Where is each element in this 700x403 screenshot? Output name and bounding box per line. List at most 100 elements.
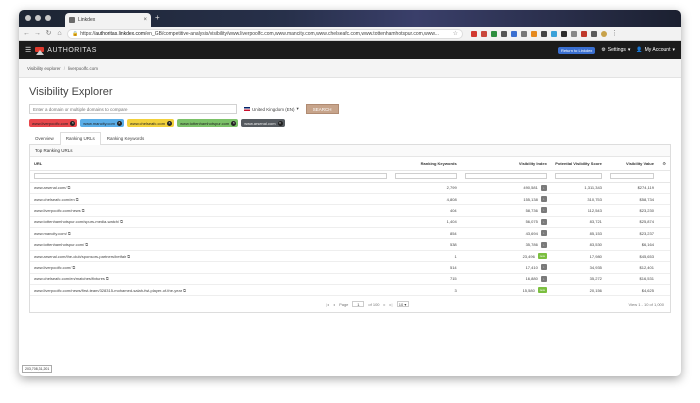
page-title: Visibility Explorer bbox=[29, 86, 113, 98]
domain-chip[interactable]: www.mancity.com × bbox=[80, 119, 124, 127]
bookmark-star-icon[interactable]: ☆ bbox=[453, 30, 458, 37]
breadcrumb-item[interactable]: Visibility explorer bbox=[27, 66, 61, 71]
ranking-keywords-cell: 715 bbox=[390, 273, 461, 286]
extension-icon[interactable] bbox=[501, 30, 507, 37]
url-cell[interactable]: www.arsenal.com/the-club/sponsors-partne… bbox=[30, 250, 391, 263]
extension-icon[interactable] bbox=[591, 30, 597, 37]
column-header-ranking-keywords[interactable]: Ranking Keywords bbox=[390, 157, 461, 171]
table-row: www.mancity.com/⧉ 854 43,694 ↓ 85,153 $23,237 bbox=[30, 227, 670, 240]
uk-flag-icon bbox=[244, 107, 250, 111]
external-link-icon[interactable]: ⧉ bbox=[85, 242, 88, 247]
close-icon[interactable]: × bbox=[143, 17, 147, 23]
visibility-index-cell: 23,496 new bbox=[460, 250, 551, 263]
browser-tab[interactable]: Linkdex × bbox=[65, 13, 151, 27]
external-link-icon[interactable]: ⧉ bbox=[72, 265, 75, 270]
column-settings-gear-icon[interactable]: ⚙ bbox=[657, 157, 670, 171]
domain-chip[interactable]: www.chelseafc.com × bbox=[126, 119, 175, 127]
column-header-visibility-value[interactable]: Visibility Value bbox=[605, 157, 658, 171]
trend-badge: ↓ bbox=[540, 184, 547, 191]
window-controls[interactable] bbox=[25, 15, 51, 21]
account-menu[interactable]: 👤 My Account ▾ bbox=[636, 47, 675, 53]
visibility-value-cell: $58,734 bbox=[605, 193, 658, 206]
forward-icon[interactable]: → bbox=[34, 30, 41, 37]
external-link-icon[interactable]: ⧉ bbox=[106, 276, 109, 281]
keywords-filter-input[interactable] bbox=[394, 173, 457, 179]
external-link-icon[interactable]: ⧉ bbox=[82, 208, 85, 213]
extension-icon[interactable] bbox=[581, 30, 587, 37]
new-tab-icon[interactable]: + bbox=[155, 14, 160, 22]
remove-chip-icon[interactable]: × bbox=[70, 120, 76, 126]
domain-chip[interactable]: www.liverpoolfc.com × bbox=[29, 119, 78, 127]
hamburger-menu-icon[interactable]: ☰ bbox=[25, 46, 31, 54]
url-cell[interactable]: www.chelseafc.com/en⧉ bbox=[30, 193, 391, 206]
browser-menu-icon[interactable]: ⋮ bbox=[611, 30, 618, 37]
url-cell[interactable]: www.liverpoolfc.com/news⧉ bbox=[30, 204, 391, 217]
address-bar[interactable]: 🔒 https://authoritas.linkdex.com/en_GB/c… bbox=[67, 28, 463, 39]
extension-icon[interactable] bbox=[481, 30, 487, 37]
url-cell[interactable]: www.mancity.com/⧉ bbox=[30, 227, 391, 240]
avatar[interactable] bbox=[601, 30, 607, 37]
tab-ranking-keywords[interactable]: Ranking Keywords bbox=[101, 132, 151, 144]
prev-page-icon[interactable]: ◂ bbox=[333, 302, 335, 307]
value-filter-input[interactable] bbox=[609, 173, 654, 179]
app-header: ☰ AUTHORITAS Return to Linkdex ⚙ Settings… bbox=[19, 41, 681, 59]
chip-label: www.liverpoolfc.com bbox=[32, 120, 69, 126]
domain-chip[interactable]: www.arsenal.com × bbox=[241, 119, 285, 127]
last-page-icon[interactable]: ▸| bbox=[390, 302, 393, 307]
return-link[interactable]: Return to Linkdex bbox=[557, 46, 596, 54]
external-link-icon[interactable]: ⧉ bbox=[67, 185, 70, 190]
settings-menu[interactable]: ⚙ Settings ▾ bbox=[601, 47, 630, 53]
url-cell[interactable]: www.tottenhamhotspur.com/spurs-media-wat… bbox=[30, 216, 391, 229]
remove-chip-icon[interactable]: × bbox=[277, 120, 283, 126]
search-button[interactable]: SEARCH bbox=[305, 104, 339, 114]
back-icon[interactable]: ← bbox=[23, 30, 30, 37]
extension-icon[interactable] bbox=[571, 30, 577, 37]
remove-chip-icon[interactable]: × bbox=[231, 120, 237, 126]
visibility-index-cell: 43,694 ↓ bbox=[460, 227, 551, 240]
table-row: www.chelseafc.com/en⧉ 4,808 155,138 ↓ 310,75… bbox=[30, 193, 670, 206]
domain-input[interactable] bbox=[29, 104, 237, 114]
extension-icon[interactable] bbox=[521, 30, 527, 37]
next-page-icon[interactable]: ▸ bbox=[384, 302, 386, 307]
pager-controls: |◂ ◂ Page 1 of 100 ▸ ▸| 10 ▾ bbox=[326, 301, 409, 308]
tab-overview[interactable]: Overview bbox=[29, 132, 60, 144]
extension-icon[interactable] bbox=[551, 30, 557, 37]
domain-chip[interactable]: www.tottenhamhotspur.com × bbox=[177, 119, 239, 127]
external-link-icon[interactable]: ⧉ bbox=[127, 254, 130, 259]
external-link-icon[interactable]: ⧉ bbox=[68, 231, 71, 236]
remove-chip-icon[interactable]: × bbox=[116, 120, 122, 126]
country-select[interactable]: United Kingdom (EN) ▾ bbox=[240, 104, 303, 114]
url-cell[interactable]: www.liverpoolfc.com/news/first-team/3283… bbox=[30, 284, 391, 297]
lock-icon: 🔒 bbox=[72, 30, 79, 37]
visibility-filter-input[interactable] bbox=[464, 173, 547, 179]
url-cell[interactable]: www.arsenal.com/⧉ bbox=[30, 182, 391, 194]
potential-filter-input[interactable] bbox=[554, 173, 602, 179]
page-size-select[interactable]: 10 ▾ bbox=[396, 301, 409, 308]
remove-chip-icon[interactable]: × bbox=[167, 120, 173, 126]
extension-icon[interactable] bbox=[531, 30, 537, 37]
extension-icon[interactable] bbox=[471, 30, 477, 37]
potential-visibility-cell: 83,721 bbox=[550, 216, 606, 229]
home-icon[interactable]: ⌂ bbox=[56, 30, 63, 37]
extension-icon[interactable] bbox=[541, 30, 547, 37]
potential-visibility-cell: 85,153 bbox=[550, 227, 606, 240]
reload-icon[interactable]: ↻ bbox=[45, 30, 52, 37]
external-link-icon[interactable]: ⧉ bbox=[183, 288, 186, 293]
extension-icon[interactable] bbox=[491, 30, 497, 37]
tab-ranking-urls[interactable]: Ranking URLs bbox=[59, 132, 101, 145]
external-link-icon[interactable]: ⧉ bbox=[120, 219, 123, 224]
url-filter-input[interactable] bbox=[34, 173, 387, 179]
column-header-potential-visibility[interactable]: Potential Visibility Score bbox=[550, 157, 606, 171]
url-cell[interactable]: www.liverpoolfc.com/⧉ bbox=[30, 261, 391, 274]
column-header-url[interactable]: URL bbox=[30, 157, 391, 171]
table-row: www.arsenal.com/the-club/sponsors-partne… bbox=[30, 250, 670, 263]
url-cell[interactable]: www.chelseafc.com/en/matches/fixtures⧉ bbox=[30, 273, 391, 286]
external-link-icon[interactable]: ⧉ bbox=[76, 197, 79, 202]
logo[interactable]: AUTHORITAS bbox=[47, 47, 97, 54]
first-page-icon[interactable]: |◂ bbox=[326, 302, 329, 307]
url-cell[interactable]: www.tottenhamhotspur.com/⧉ bbox=[30, 238, 391, 251]
page-number-input[interactable]: 1 bbox=[352, 301, 365, 308]
extension-icon[interactable] bbox=[511, 30, 517, 37]
column-header-visibility-index[interactable]: Visibility Index bbox=[460, 157, 551, 171]
extension-icon[interactable] bbox=[561, 30, 567, 37]
